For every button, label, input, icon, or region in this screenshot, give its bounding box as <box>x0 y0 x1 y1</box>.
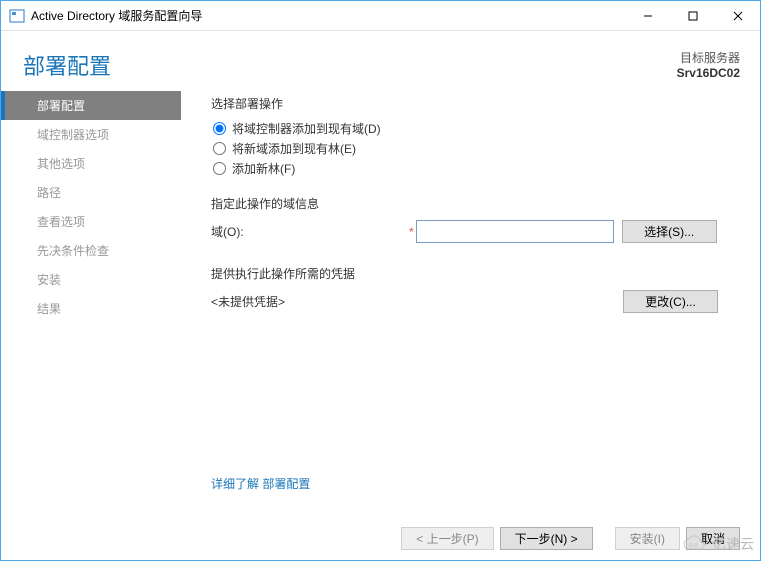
radio-label-2: 将新域添加到现有林(E) <box>232 140 356 157</box>
minimize-button[interactable] <box>625 1 670 30</box>
watermark-text: 亿速云 <box>712 534 754 554</box>
radio-input-3[interactable] <box>213 162 226 175</box>
install-button: 安装(I) <box>615 527 680 550</box>
cloud-icon <box>682 535 708 553</box>
sidebar-item-dc-options[interactable]: 域控制器选项 <box>1 120 181 149</box>
target-name: Srv16DC02 <box>677 66 740 80</box>
more-info-link[interactable]: 详细了解 部署配置 <box>211 475 310 492</box>
page-title: 部署配置 <box>23 49 111 81</box>
change-button[interactable]: 更改(C)... <box>623 290 718 313</box>
app-icon <box>9 8 25 24</box>
sidebar-item-deployment[interactable]: 部署配置 <box>1 91 181 120</box>
radio-add-dc-existing-domain[interactable]: 将域控制器添加到现有域(D) <box>213 120 736 137</box>
window-controls <box>625 1 760 30</box>
window-title: Active Directory 域服务配置向导 <box>31 7 625 24</box>
operation-label: 选择部署操作 <box>211 95 736 112</box>
domain-info-label: 指定此操作的域信息 <box>211 195 736 212</box>
prev-button: < 上一步(P) <box>401 527 493 550</box>
titlebar: Active Directory 域服务配置向导 <box>1 1 760 31</box>
sidebar-item-install[interactable]: 安装 <box>1 265 181 294</box>
select-button[interactable]: 选择(S)... <box>622 220 717 243</box>
required-asterisk: * <box>409 225 414 239</box>
target-label: 目标服务器 <box>677 49 740 66</box>
body: 部署配置 域控制器选项 其他选项 路径 查看选项 先决条件检查 安装 结果 选择… <box>1 91 760 481</box>
sidebar-item-paths[interactable]: 路径 <box>1 178 181 207</box>
radio-add-domain-existing-forest[interactable]: 将新域添加到现有林(E) <box>213 140 736 157</box>
domain-row: 域(O): * 选择(S)... <box>211 220 736 243</box>
sidebar-item-results[interactable]: 结果 <box>1 294 181 323</box>
credentials-status: <未提供凭据> <box>211 293 615 310</box>
radio-label-1: 将域控制器添加到现有域(D) <box>232 120 381 137</box>
domain-field-label: 域(O): <box>211 223 409 240</box>
header: 部署配置 目标服务器 Srv16DC02 <box>1 31 760 91</box>
radio-add-new-forest[interactable]: 添加新林(F) <box>213 160 736 177</box>
radio-input-1[interactable] <box>213 122 226 135</box>
sidebar-item-review[interactable]: 查看选项 <box>1 207 181 236</box>
domain-input[interactable] <box>416 220 614 243</box>
watermark: 亿速云 <box>682 534 754 554</box>
radio-label-3: 添加新林(F) <box>232 160 295 177</box>
close-button[interactable] <box>715 1 760 30</box>
target-info: 目标服务器 Srv16DC02 <box>677 49 740 80</box>
operation-radio-group: 将域控制器添加到现有域(D) 将新域添加到现有林(E) 添加新林(F) <box>211 120 736 177</box>
radio-input-2[interactable] <box>213 142 226 155</box>
sidebar-item-prereq[interactable]: 先决条件检查 <box>1 236 181 265</box>
maximize-button[interactable] <box>670 1 715 30</box>
next-button[interactable]: 下一步(N) > <box>500 527 593 550</box>
sidebar: 部署配置 域控制器选项 其他选项 路径 查看选项 先决条件检查 安装 结果 <box>1 91 181 481</box>
sidebar-item-other-options[interactable]: 其他选项 <box>1 149 181 178</box>
content: 选择部署操作 将域控制器添加到现有域(D) 将新域添加到现有林(E) 添加新林(… <box>181 91 760 481</box>
credentials-row: <未提供凭据> 更改(C)... <box>211 290 736 313</box>
credentials-label: 提供执行此操作所需的凭据 <box>211 265 736 282</box>
